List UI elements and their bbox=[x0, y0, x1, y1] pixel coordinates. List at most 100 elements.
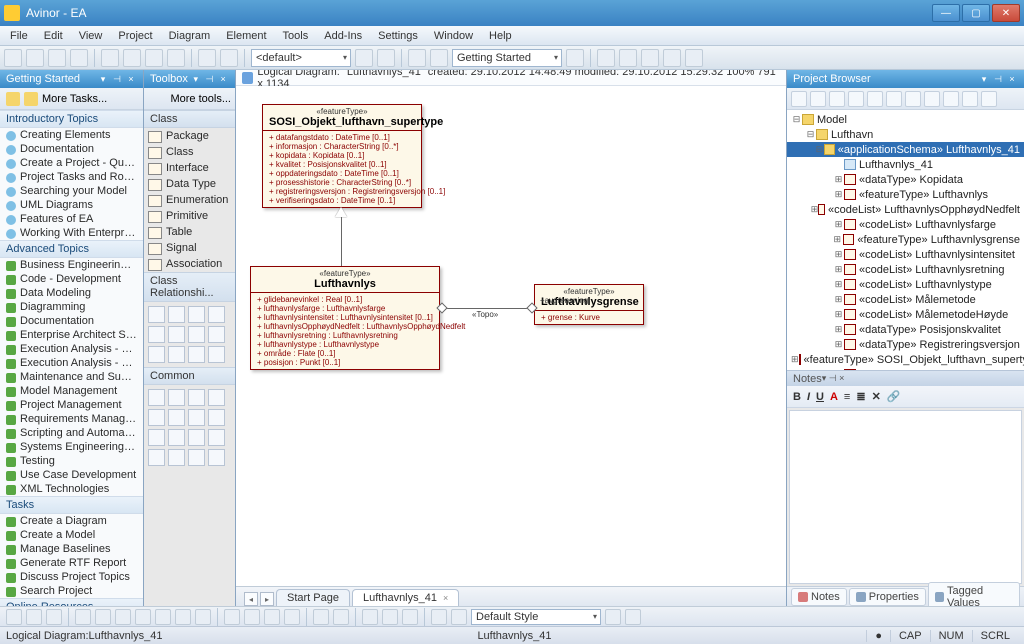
toolbox-tool[interactable] bbox=[208, 409, 225, 426]
pane-close-button[interactable]: × bbox=[1006, 73, 1018, 85]
underline-button[interactable]: U bbox=[816, 391, 824, 403]
toolbar-button[interactable] bbox=[135, 609, 151, 625]
tree-twisty[interactable]: ⊞ bbox=[811, 204, 819, 215]
toolbar-button[interactable] bbox=[333, 609, 349, 625]
toolbar-button[interactable] bbox=[48, 49, 66, 67]
gs-item[interactable]: Execution Analysis - Debugging bbox=[0, 342, 143, 356]
tree-node[interactable]: ⊞«codeList» LufthavnlysOpphøydNedfelt bbox=[787, 202, 1024, 217]
uml-class-supertype[interactable]: «featureType»SOSI_Objekt_lufthavn_supert… bbox=[262, 104, 422, 208]
pb-tool[interactable] bbox=[829, 91, 845, 107]
toolbox-more-tools[interactable]: More tools... bbox=[144, 88, 235, 110]
gs-item[interactable]: Working With Enterprise Archi... bbox=[0, 226, 143, 240]
toolbox-item[interactable]: Enumeration bbox=[144, 192, 235, 208]
toolbox-tool[interactable] bbox=[168, 346, 185, 363]
list-button[interactable]: ≣ bbox=[856, 390, 865, 403]
uml-class-lufthavnlys[interactable]: «featureType»Lufthavnlys glidebanevinkel… bbox=[250, 266, 440, 370]
style-combo[interactable]: Default Style bbox=[471, 609, 601, 625]
gs-item[interactable]: Systems Engineering Edition bbox=[0, 440, 143, 454]
italic-button[interactable]: I bbox=[807, 391, 810, 403]
tree-twisty[interactable]: ⊞ bbox=[833, 339, 844, 350]
toolbar-button[interactable] bbox=[430, 49, 448, 67]
diagram-canvas[interactable]: «featureType»SOSI_Objekt_lufthavn_supert… bbox=[236, 86, 786, 586]
toolbox-item[interactable]: Association bbox=[144, 256, 235, 272]
gs-item[interactable]: Documentation bbox=[0, 314, 143, 328]
toolbar-button[interactable] bbox=[167, 49, 185, 67]
gs-group-header[interactable]: Online Resources bbox=[0, 598, 143, 606]
gs-item[interactable]: Create a Diagram bbox=[0, 514, 143, 528]
toolbar-button[interactable] bbox=[431, 609, 447, 625]
toolbar-button[interactable] bbox=[195, 609, 211, 625]
tree-twisty[interactable]: ⊞ bbox=[833, 309, 844, 320]
tree-twisty[interactable]: ⊞ bbox=[833, 264, 844, 275]
notes-textarea[interactable] bbox=[789, 410, 1022, 584]
toolbar-button[interactable] bbox=[4, 49, 22, 67]
tree-node[interactable]: ⊞«codeList» Lufthavnlysfarge bbox=[787, 217, 1024, 232]
gs-item[interactable]: Discuss Project Topics bbox=[0, 570, 143, 584]
pane-menu-button[interactable]: ▾ bbox=[97, 73, 109, 85]
toolbox-tool[interactable] bbox=[168, 409, 185, 426]
gs-item[interactable]: Searching your Model bbox=[0, 184, 143, 198]
toolbox-tool[interactable] bbox=[148, 409, 165, 426]
menu-project[interactable]: Project bbox=[110, 28, 160, 44]
pane-menu-button[interactable]: ▾ bbox=[190, 73, 202, 85]
toolbox-tool[interactable] bbox=[148, 306, 165, 323]
list-button[interactable]: ≡ bbox=[844, 391, 850, 403]
toolbar-button[interactable] bbox=[6, 609, 22, 625]
gs-item[interactable]: Business Engineering Edition bbox=[0, 258, 143, 272]
tree-node[interactable]: ⊞«codeList» MålemetodeHøyde bbox=[787, 307, 1024, 322]
toolbar-button[interactable] bbox=[220, 49, 238, 67]
toolbar-button[interactable] bbox=[70, 49, 88, 67]
toolbar-button[interactable] bbox=[145, 49, 163, 67]
tree-twisty[interactable]: ⊟ bbox=[805, 129, 816, 140]
toolbar-button[interactable] bbox=[224, 609, 240, 625]
gs-item[interactable]: Project Tasks and Roles bbox=[0, 170, 143, 184]
toolbox-item[interactable]: Data Type bbox=[144, 176, 235, 192]
tree-twisty[interactable]: ⊞ bbox=[833, 219, 844, 230]
tree-node[interactable]: ⊞«codeList» Lufthavnlystype bbox=[787, 277, 1024, 292]
gs-item[interactable]: Generate RTF Report bbox=[0, 556, 143, 570]
tree-twisty[interactable]: ⊟ bbox=[791, 114, 802, 125]
pb-tool[interactable] bbox=[886, 91, 902, 107]
toolbox-tool[interactable] bbox=[168, 306, 185, 323]
toolbox-item[interactable]: Signal bbox=[144, 240, 235, 256]
gs-item[interactable]: Scripting and Automation bbox=[0, 426, 143, 440]
tab-properties[interactable]: Properties bbox=[849, 588, 926, 606]
maximize-button[interactable]: ▢ bbox=[962, 4, 990, 22]
toolbox-section-rel[interactable]: Class Relationshi... bbox=[144, 272, 235, 302]
toolbar-button[interactable] bbox=[101, 49, 119, 67]
bold-button[interactable]: B bbox=[793, 391, 801, 403]
menu-add-ins[interactable]: Add-Ins bbox=[316, 28, 370, 44]
pb-tool[interactable] bbox=[867, 91, 883, 107]
pane-close-button[interactable]: × bbox=[217, 73, 229, 85]
toolbar-button[interactable] bbox=[377, 49, 395, 67]
gs-item[interactable]: Execution Analysis - Visualizati... bbox=[0, 356, 143, 370]
pb-tool[interactable] bbox=[905, 91, 921, 107]
toolbar-combo-default[interactable]: <default> bbox=[251, 49, 351, 67]
toolbox-tool[interactable] bbox=[208, 326, 225, 343]
close-button[interactable]: ✕ bbox=[992, 4, 1020, 22]
pb-tool[interactable] bbox=[848, 91, 864, 107]
toolbox-tool[interactable] bbox=[148, 346, 165, 363]
toolbar-button[interactable] bbox=[641, 49, 659, 67]
tree-node[interactable]: ⊟«applicationSchema» Lufthavnlys_41 bbox=[787, 142, 1024, 157]
toolbox-item[interactable]: Class bbox=[144, 144, 235, 160]
menu-settings[interactable]: Settings bbox=[370, 28, 426, 44]
menu-edit[interactable]: Edit bbox=[36, 28, 71, 44]
toolbar-button[interactable] bbox=[46, 609, 62, 625]
toolbox-tool[interactable] bbox=[188, 326, 205, 343]
gs-item[interactable]: Use Case Development bbox=[0, 468, 143, 482]
tab-lufthavnlys[interactable]: Lufthavnlys_41× bbox=[352, 589, 459, 606]
toolbox-tool[interactable] bbox=[208, 306, 225, 323]
gs-item[interactable]: Requirements Management bbox=[0, 412, 143, 426]
toolbar-button[interactable] bbox=[402, 609, 418, 625]
pb-tool[interactable] bbox=[981, 91, 997, 107]
tree-node[interactable]: ⊞«dataType» Kopidata bbox=[787, 172, 1024, 187]
tab-tagged-values[interactable]: Tagged Values bbox=[928, 582, 1020, 607]
toolbar-button[interactable] bbox=[26, 609, 42, 625]
menu-diagram[interactable]: Diagram bbox=[161, 28, 219, 44]
gs-item[interactable]: Enterprise Architect SDK bbox=[0, 328, 143, 342]
toolbox-item[interactable]: Primitive bbox=[144, 208, 235, 224]
toolbar-button[interactable] bbox=[566, 49, 584, 67]
tree-twisty[interactable]: ⊞ bbox=[833, 294, 844, 305]
pane-pin-button[interactable]: ⊣ bbox=[204, 73, 216, 85]
